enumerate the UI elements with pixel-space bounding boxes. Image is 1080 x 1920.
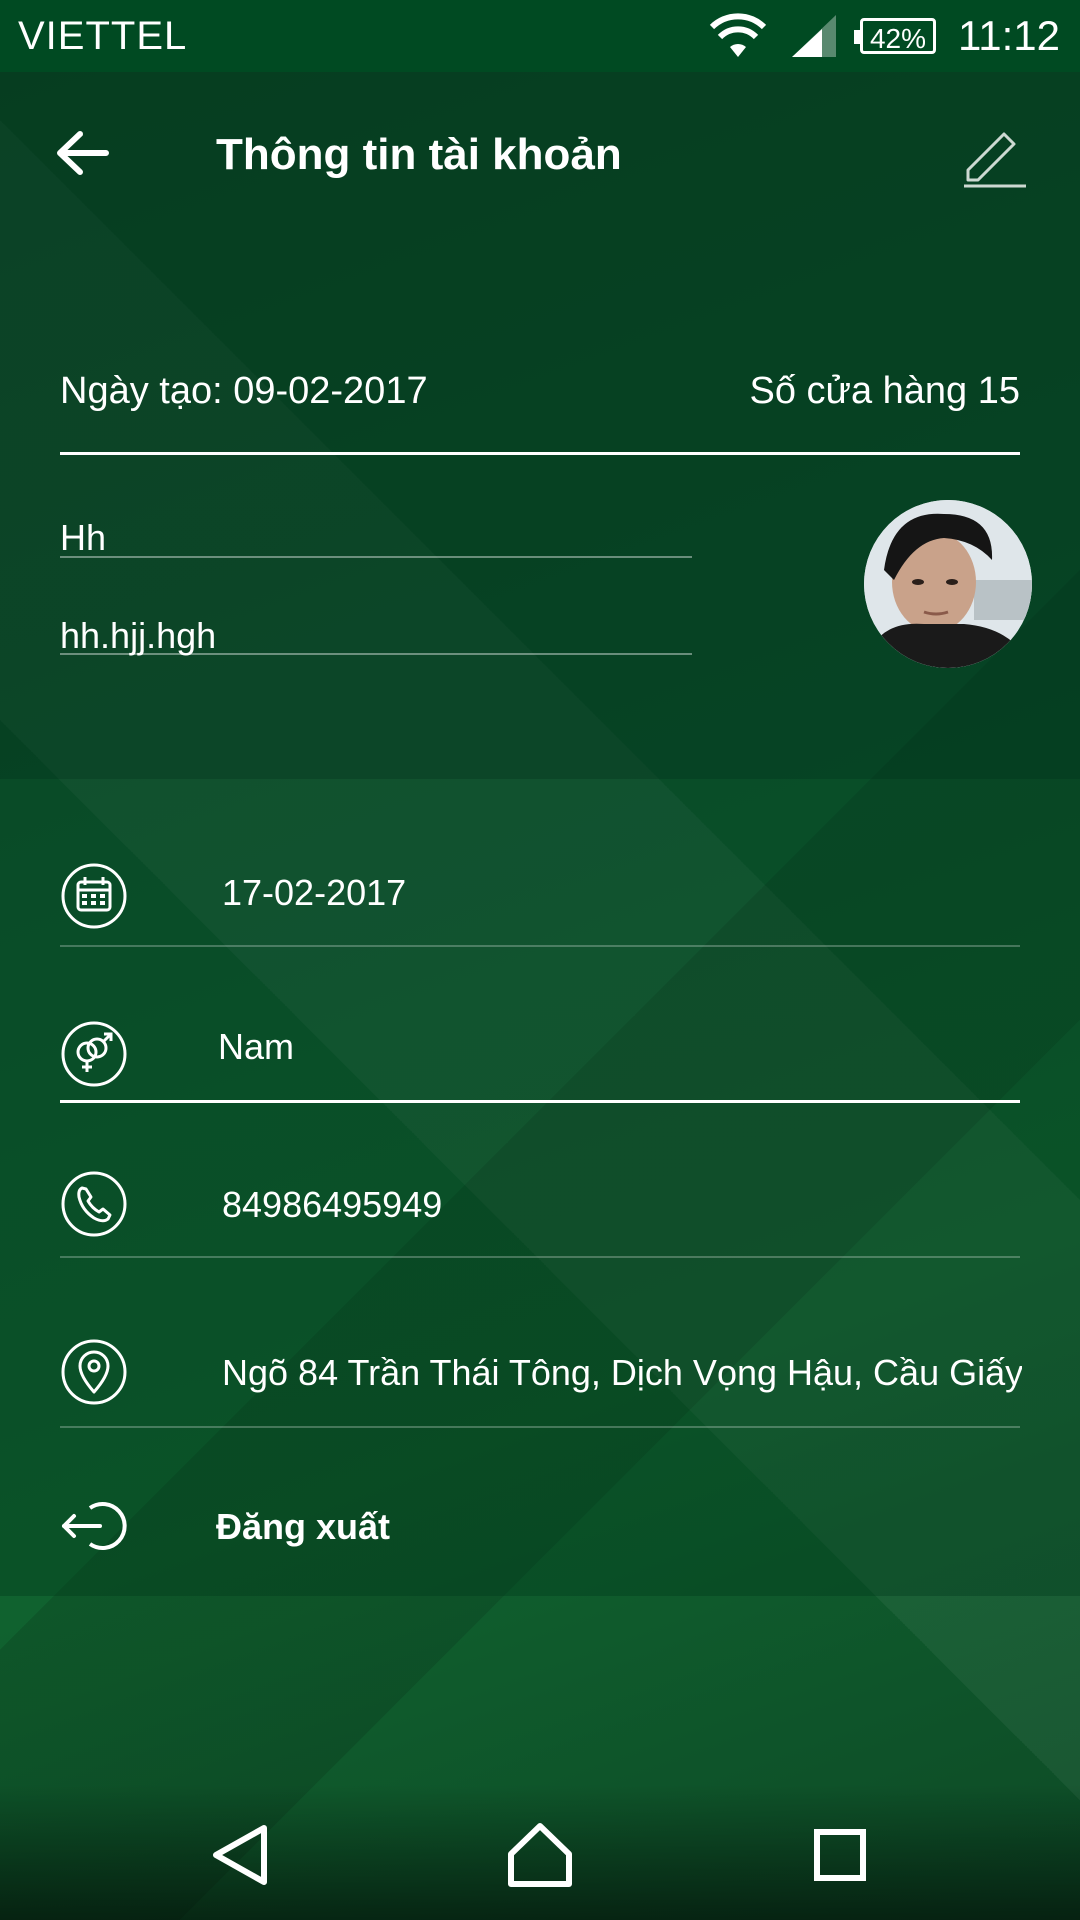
gender-icon xyxy=(60,1020,128,1088)
address-row[interactable]: Ngõ 84 Trần Thái Tông, Dịch Vọng Hậu, Cầ… xyxy=(60,1338,1022,1428)
avatar-photo xyxy=(864,500,1032,668)
name-underline xyxy=(60,556,692,558)
phone-icon xyxy=(60,1170,128,1238)
nav-back-button[interactable] xyxy=(206,1820,276,1890)
divider xyxy=(60,452,1020,455)
triangle-back-icon xyxy=(213,1825,267,1885)
birthday-value: 17-02-2017 xyxy=(222,872,407,913)
logout-row[interactable]: Đăng xuất xyxy=(60,1492,1020,1562)
phone-row[interactable]: 84986495949 xyxy=(60,1170,1020,1260)
battery-icon: 42% xyxy=(854,18,936,54)
gender-underline xyxy=(60,1100,1020,1103)
nav-recents-button[interactable] xyxy=(805,1820,875,1890)
carrier-label: VIETTEL xyxy=(18,14,188,58)
page-title: Thông tin tài khoản xyxy=(216,130,622,179)
name-field[interactable]: Hh xyxy=(60,517,692,558)
avatar[interactable] xyxy=(864,500,1032,668)
created-date: Ngày tạo: 09-02-2017 xyxy=(60,370,428,412)
logout-label: Đăng xuất xyxy=(216,1506,391,1547)
gender-value: Nam xyxy=(218,1026,295,1067)
location-pin-icon xyxy=(60,1338,128,1406)
email-underline xyxy=(60,653,692,655)
nav-home-button[interactable] xyxy=(505,1820,575,1890)
status-icons: 42% 11:12 xyxy=(708,10,1060,62)
edit-button[interactable] xyxy=(960,122,1030,192)
home-icon xyxy=(508,1823,572,1887)
calendar-icon xyxy=(60,862,128,930)
logout-icon xyxy=(60,1492,128,1560)
email-field[interactable]: hh.hjj.hgh xyxy=(60,615,692,656)
pencil-icon xyxy=(964,132,1026,188)
birthday-row[interactable]: 17-02-2017 xyxy=(60,858,1020,948)
status-bar: VIETTEL 42% 11:12 xyxy=(0,0,1080,72)
account-meta-row: Ngày tạo: 09-02-2017 Số cửa hàng 15 xyxy=(60,370,1020,418)
address-value: Ngõ 84 Trần Thái Tông, Dịch Vọng Hậu, Cầ… xyxy=(222,1352,1022,1393)
birthday-underline xyxy=(60,945,1020,947)
phone-value: 84986495949 xyxy=(222,1184,443,1225)
signal-icon xyxy=(792,15,836,57)
arrow-left-icon xyxy=(57,131,109,175)
gender-row[interactable]: Nam xyxy=(60,1010,1020,1103)
back-button[interactable] xyxy=(48,118,118,188)
store-count: Số cửa hàng 15 xyxy=(749,370,1020,412)
address-underline xyxy=(60,1426,1020,1428)
wifi-icon xyxy=(709,13,767,57)
phone-underline xyxy=(60,1256,1020,1258)
square-recents-icon xyxy=(814,1829,866,1881)
clock: 11:12 xyxy=(958,12,1060,59)
